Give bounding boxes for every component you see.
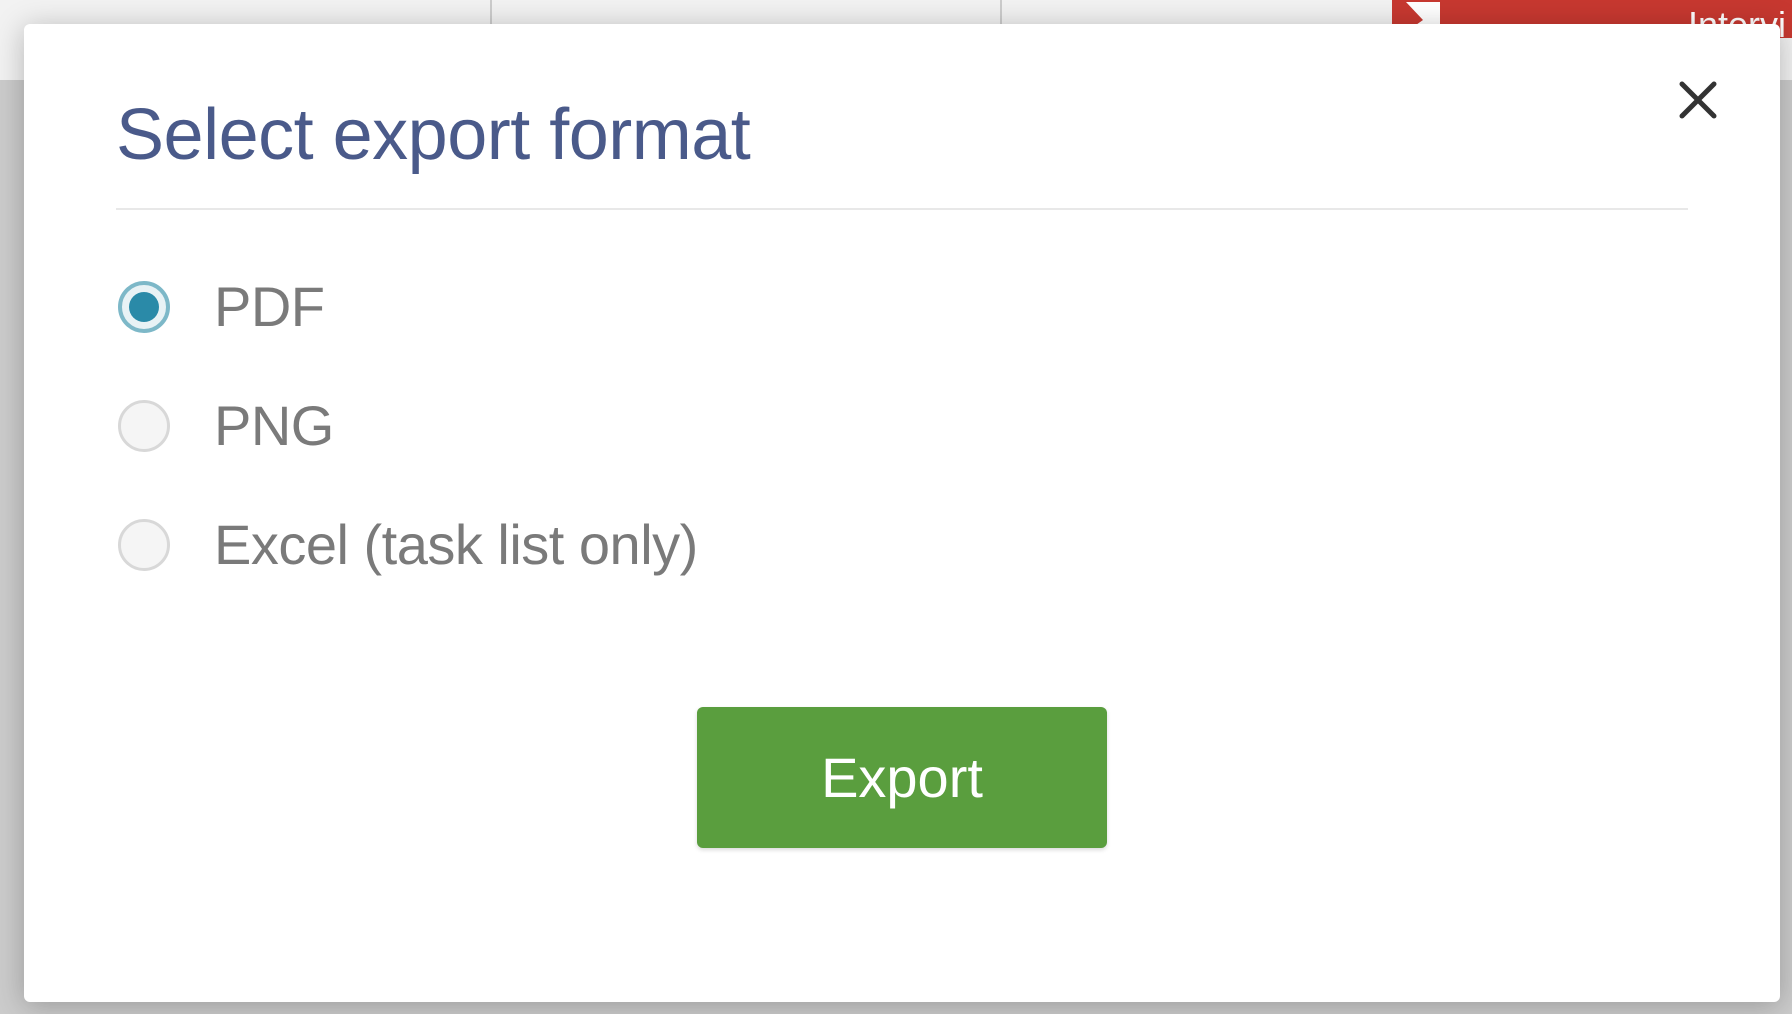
radio-label: PDF xyxy=(214,274,325,339)
modal-title: Select export format xyxy=(116,94,1688,210)
radio-label: Excel (task list only) xyxy=(214,512,698,577)
radio-indicator xyxy=(118,281,170,333)
radio-label: PNG xyxy=(214,393,334,458)
radio-indicator xyxy=(118,519,170,571)
radio-option-pdf[interactable]: PDF xyxy=(118,274,1688,339)
export-button-wrapper: Export xyxy=(116,707,1688,848)
export-button[interactable]: Export xyxy=(697,707,1107,848)
radio-indicator xyxy=(118,400,170,452)
radio-option-png[interactable]: PNG xyxy=(118,393,1688,458)
close-button[interactable] xyxy=(1668,70,1728,130)
radio-dot-icon xyxy=(129,292,159,322)
close-icon xyxy=(1674,76,1722,124)
radio-option-excel[interactable]: Excel (task list only) xyxy=(118,512,1688,577)
export-format-modal: Select export format PDF PNG Excel (task… xyxy=(24,24,1780,1002)
format-radio-group: PDF PNG Excel (task list only) xyxy=(116,274,1688,577)
